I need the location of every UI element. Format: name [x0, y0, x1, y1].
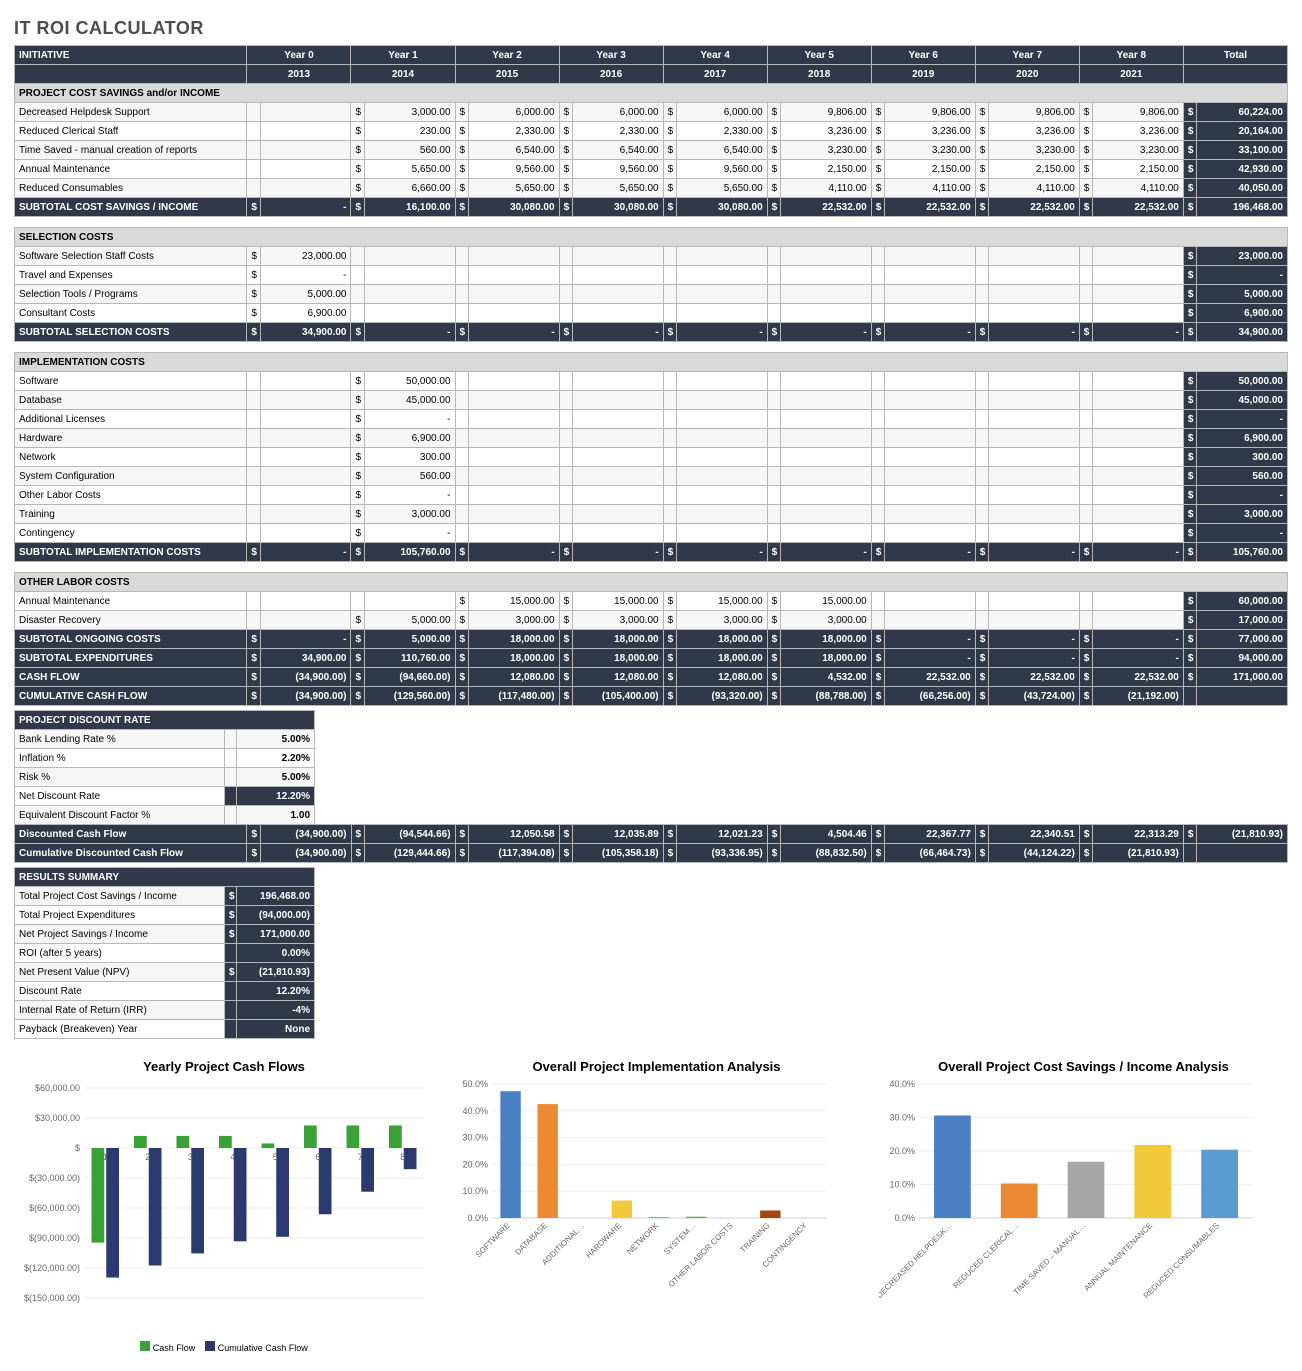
- svg-text:$(150,000.00): $(150,000.00): [24, 1293, 80, 1303]
- discount-rate-table: PROJECT DISCOUNT RATEBank Lending Rate %…: [14, 710, 315, 825]
- svg-text:20.0%: 20.0%: [462, 1159, 488, 1169]
- svg-text:$(90,000.00): $(90,000.00): [29, 1233, 80, 1243]
- svg-text:SYSTEM…: SYSTEM…: [662, 1221, 697, 1256]
- svg-text:30.0%: 30.0%: [462, 1133, 488, 1143]
- chart-savings: Overall Project Cost Savings / Income An…: [879, 1059, 1288, 1341]
- legend-cashflow: Cash Flow: [153, 1343, 196, 1353]
- row-label: Consultant Costs: [15, 304, 247, 323]
- charts-container: Yearly Project Cash Flows $60,000.00$30,…: [14, 1059, 1288, 1353]
- row-label: Other Labor Costs: [15, 486, 247, 505]
- roi-table: INITIATIVEYear 0Year 1Year 2Year 3Year 4…: [14, 45, 1288, 706]
- svg-text:OTHER LABOR COSTS: OTHER LABOR COSTS: [667, 1221, 735, 1289]
- chart-cashflows: Yearly Project Cash Flows $60,000.00$30,…: [14, 1059, 434, 1353]
- row-label: Selection Tools / Programs: [15, 285, 247, 304]
- svg-text:0.0%: 0.0%: [467, 1213, 488, 1223]
- legend-cumulative-icon: [205, 1341, 215, 1351]
- svg-text:$60,000.00: $60,000.00: [35, 1083, 80, 1093]
- row-label: System Configuration: [15, 467, 247, 486]
- svg-text:TIME SAVED – MANUAL…: TIME SAVED – MANUAL…: [1012, 1221, 1088, 1297]
- svg-text:40.0%: 40.0%: [889, 1079, 915, 1089]
- row-label: Annual Maintenance: [15, 592, 247, 611]
- svg-text:10.0%: 10.0%: [462, 1186, 488, 1196]
- row-label: Reduced Consumables: [15, 179, 247, 198]
- row-label: Disaster Recovery: [15, 611, 247, 630]
- row-label: Training: [15, 505, 247, 524]
- page-title: IT ROI CALCULATOR: [14, 18, 1288, 39]
- svg-text:10.0%: 10.0%: [889, 1180, 915, 1190]
- svg-text:$: $: [75, 1143, 80, 1153]
- row-label: Annual Maintenance: [15, 160, 247, 179]
- svg-text:2: 2: [145, 1152, 150, 1162]
- svg-text:40.0%: 40.0%: [462, 1106, 488, 1116]
- svg-text:3: 3: [188, 1152, 193, 1162]
- row-label: Database: [15, 391, 247, 410]
- svg-text:$(60,000.00): $(60,000.00): [29, 1203, 80, 1213]
- svg-text:REDUCED CLERICAL…: REDUCED CLERICAL…: [951, 1221, 1020, 1290]
- svg-text:ANNUAL MAINTENANCE: ANNUAL MAINTENANCE: [1082, 1221, 1154, 1293]
- row-label: Travel and Expenses: [15, 266, 247, 285]
- svg-text:1: 1: [103, 1152, 108, 1162]
- svg-text:50.0%: 50.0%: [462, 1079, 488, 1089]
- row-label: Hardware: [15, 429, 247, 448]
- row-label: Software: [15, 372, 247, 391]
- dcf-table: Discounted Cash Flow$(34,900.00)$(94,544…: [14, 824, 1288, 863]
- row-label: Decreased Helpdesk Support: [15, 103, 247, 122]
- svg-text:4: 4: [230, 1152, 235, 1162]
- svg-text:$30,000.00: $30,000.00: [35, 1113, 80, 1123]
- svg-text:NETWORK: NETWORK: [625, 1221, 661, 1257]
- legend-cashflow-icon: [140, 1341, 150, 1351]
- svg-text:SOFTWARE: SOFTWARE: [474, 1221, 512, 1259]
- legend-cumulative: Cumulative Cash Flow: [218, 1343, 308, 1353]
- col-initiative: INITIATIVE: [15, 46, 247, 65]
- svg-text:20.0%: 20.0%: [889, 1146, 915, 1156]
- svg-text:30.0%: 30.0%: [889, 1113, 915, 1123]
- row-label: Contingency: [15, 524, 247, 543]
- row-label: Network: [15, 448, 247, 467]
- svg-text:$(120,000.00): $(120,000.00): [24, 1263, 80, 1273]
- row-label: Reduced Clerical Staff: [15, 122, 247, 141]
- row-label: Software Selection Staff Costs: [15, 247, 247, 266]
- svg-text:0.0%: 0.0%: [894, 1213, 915, 1223]
- results-table: RESULTS SUMMARYTotal Project Cost Saving…: [14, 867, 315, 1039]
- svg-text:7: 7: [358, 1152, 363, 1162]
- svg-text:8: 8: [400, 1152, 405, 1162]
- svg-text:$(30,000.00): $(30,000.00): [29, 1173, 80, 1183]
- svg-text:5: 5: [273, 1152, 278, 1162]
- chart-implementation: Overall Project Implementation Analysis …: [452, 1059, 861, 1341]
- svg-text:REDUCED CONSUMABLES: REDUCED CONSUMABLES: [1142, 1221, 1221, 1300]
- row-label: Time Saved - manual creation of reports: [15, 141, 247, 160]
- svg-text:DATABASE: DATABASE: [513, 1221, 549, 1257]
- svg-text:6: 6: [315, 1152, 320, 1162]
- row-label: Additional Licenses: [15, 410, 247, 429]
- svg-text:TRAINING: TRAINING: [738, 1221, 771, 1254]
- svg-text:HARDWARE: HARDWARE: [584, 1221, 623, 1260]
- svg-text:DECREASED HELPDESK…: DECREASED HELPDESK…: [879, 1221, 954, 1300]
